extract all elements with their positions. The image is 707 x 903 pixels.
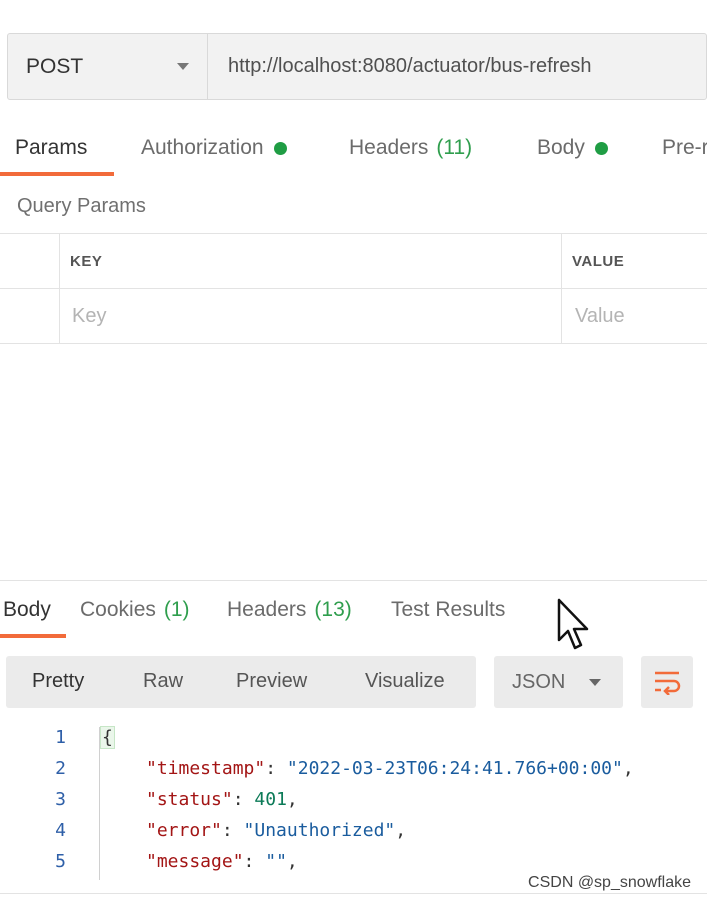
view-mode-toolbar: Pretty Raw Preview Visualize bbox=[6, 656, 476, 708]
tab-pre-request[interactable]: Pre-r bbox=[662, 136, 707, 160]
code-line: 4 "error": "Unauthorized", bbox=[0, 820, 707, 851]
watermark: CSDN @sp_snowflake bbox=[528, 874, 691, 891]
code-line: 2 "timestamp": "2022-03-23T06:24:41.766+… bbox=[0, 758, 707, 789]
bottom-divider bbox=[0, 893, 707, 894]
active-tab-indicator bbox=[0, 634, 66, 638]
tab-label: Cookies bbox=[80, 598, 156, 621]
tab-count: (13) bbox=[314, 598, 352, 621]
chevron-down-icon bbox=[177, 63, 189, 70]
active-tab-indicator bbox=[0, 172, 114, 176]
column-header-key: KEY bbox=[70, 252, 103, 270]
response-tabs: Body Cookies (1) Headers (13) Test Resul… bbox=[0, 594, 707, 640]
view-raw-button[interactable]: Raw bbox=[143, 670, 183, 693]
tab-body[interactable]: Body bbox=[537, 136, 608, 160]
tab-label: Params bbox=[15, 136, 88, 159]
wrap-lines-icon bbox=[655, 671, 681, 695]
line-number: 4 bbox=[55, 820, 66, 841]
code-text: { bbox=[100, 726, 115, 749]
json-key: "status" bbox=[146, 789, 233, 810]
tab-test-results[interactable]: Test Results bbox=[391, 598, 505, 622]
view-preview-button[interactable]: Preview bbox=[236, 670, 307, 693]
query-params-title: Query Params bbox=[17, 195, 146, 217]
key-input[interactable]: Key bbox=[72, 289, 106, 343]
value-input[interactable]: Value bbox=[575, 289, 625, 343]
method-label: POST bbox=[26, 54, 84, 78]
status-dot-icon bbox=[594, 141, 608, 155]
line-number: 2 bbox=[55, 758, 66, 779]
tab-response-headers[interactable]: Headers (13) bbox=[227, 598, 352, 622]
method-select[interactable]: POST bbox=[8, 34, 208, 99]
line-number: 5 bbox=[55, 851, 66, 872]
code-text: "error": "Unauthorized", bbox=[146, 820, 407, 841]
line-number: 1 bbox=[55, 727, 66, 748]
request-tabs: Params Authorization Headers (11) Body P… bbox=[0, 128, 707, 176]
tab-count: (11) bbox=[436, 136, 473, 159]
json-value: "2022-03-23T06:24:41.766+00:00" bbox=[286, 758, 623, 779]
format-label: JSON bbox=[512, 670, 566, 693]
request-bar: POST http://localhost:8080/actuator/bus-… bbox=[7, 33, 707, 100]
response-divider bbox=[0, 580, 707, 581]
response-body-code: 1 { 2 "timestamp": "2022-03-23T06:24:41.… bbox=[0, 726, 707, 887]
mouse-cursor-icon bbox=[557, 598, 589, 650]
tab-label: Headers bbox=[349, 136, 429, 159]
column-header-value: VALUE bbox=[572, 252, 625, 270]
table-header-row: KEY VALUE bbox=[0, 234, 707, 289]
json-value: "" bbox=[265, 851, 287, 872]
json-value: 401 bbox=[254, 789, 287, 810]
status-dot-icon bbox=[273, 141, 287, 155]
json-key: "timestamp" bbox=[146, 758, 266, 779]
code-line: 3 "status": 401, bbox=[0, 789, 707, 820]
json-key: "error" bbox=[146, 820, 222, 841]
json-key: "message" bbox=[146, 851, 244, 872]
tab-label: Test Results bbox=[391, 598, 506, 621]
chevron-down-icon bbox=[589, 678, 602, 686]
code-line: 1 { bbox=[0, 726, 707, 758]
format-select[interactable]: JSON bbox=[494, 656, 623, 708]
tab-label: Authorization bbox=[141, 136, 264, 159]
code-text: "message": "", bbox=[146, 851, 298, 872]
tab-authorization[interactable]: Authorization bbox=[141, 136, 287, 160]
code-text: "timestamp": "2022-03-23T06:24:41.766+00… bbox=[146, 758, 634, 779]
url-input[interactable]: http://localhost:8080/actuator/bus-refre… bbox=[208, 34, 706, 99]
tab-headers[interactable]: Headers (11) bbox=[349, 136, 472, 160]
wrap-lines-button[interactable] bbox=[641, 656, 693, 708]
json-value: "Unauthorized" bbox=[243, 820, 396, 841]
view-pretty-button[interactable]: Pretty bbox=[32, 670, 84, 693]
params-table: KEY VALUE Key Value bbox=[0, 233, 707, 344]
tab-count: (1) bbox=[163, 598, 190, 621]
tab-label: Pre-r bbox=[662, 136, 707, 159]
line-number: 3 bbox=[55, 789, 66, 810]
table-row: Key Value bbox=[0, 289, 707, 343]
tab-label: Headers bbox=[227, 598, 307, 621]
tab-cookies[interactable]: Cookies (1) bbox=[80, 598, 190, 622]
tab-params[interactable]: Params bbox=[15, 136, 87, 160]
tab-label: Body bbox=[537, 136, 585, 159]
tab-label: Body bbox=[3, 598, 51, 621]
tab-response-body[interactable]: Body bbox=[3, 598, 51, 622]
code-text: "status": 401, bbox=[146, 789, 298, 810]
view-visualize-button[interactable]: Visualize bbox=[365, 670, 445, 693]
